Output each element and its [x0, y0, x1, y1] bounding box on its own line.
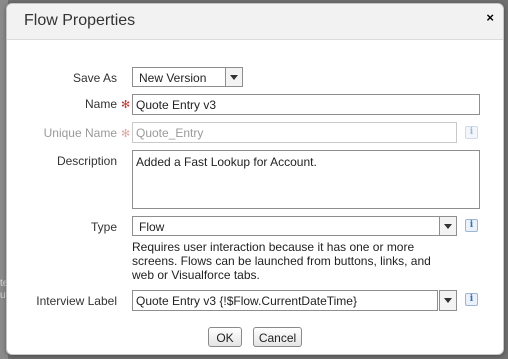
save-as-label: Save As: [72, 71, 117, 85]
save-as-value: New Version: [139, 71, 207, 85]
interview-label-value: Quote Entry v3 {!$Flow.CurrentDateTime}: [136, 294, 357, 308]
required-icon: ✻: [121, 128, 131, 140]
save-as-select[interactable]: New Version: [132, 67, 243, 87]
flow-properties-dialog: Flow Properties × Save As New Version Na…: [6, 3, 504, 355]
interview-label-label: Interview Label: [36, 294, 117, 308]
cancel-button[interactable]: Cancel: [253, 327, 302, 347]
unique-name-label: Unique Name: [43, 126, 117, 140]
ok-button[interactable]: OK: [208, 327, 242, 347]
unique-name-value: Quote_Entry: [136, 126, 204, 140]
type-help-text: Requires user interaction because it has…: [132, 240, 431, 282]
name-label: Name: [84, 97, 117, 111]
type-label: Type: [90, 220, 117, 234]
unique-name-input: Quote_Entry: [132, 122, 457, 143]
required-icon: ✻: [121, 99, 131, 111]
description-textarea[interactable]: Added a Fast Lookup for Account.: [132, 150, 480, 209]
interview-label-input[interactable]: Quote Entry v3 {!$Flow.CurrentDateTime}: [132, 290, 438, 311]
name-value: Quote Entry v3: [136, 98, 217, 112]
info-icon: i: [465, 126, 478, 139]
description-label: Description: [56, 154, 117, 168]
type-select[interactable]: Flow: [132, 216, 457, 236]
chevron-down-icon[interactable]: [225, 67, 243, 87]
name-input[interactable]: Quote Entry v3: [132, 94, 480, 115]
close-icon[interactable]: ×: [486, 11, 494, 24]
chevron-down-icon[interactable]: [439, 290, 457, 311]
dialog-header: Flow Properties ×: [7, 4, 503, 40]
chevron-down-icon[interactable]: [439, 216, 457, 236]
type-value: Flow: [139, 220, 165, 234]
resource-picker-button[interactable]: [439, 290, 457, 311]
info-icon[interactable]: i: [465, 219, 478, 232]
info-icon[interactable]: i: [465, 293, 478, 306]
dialog-title: Flow Properties: [24, 12, 136, 29]
description-value: Added a Fast Lookup for Account.: [136, 155, 317, 169]
